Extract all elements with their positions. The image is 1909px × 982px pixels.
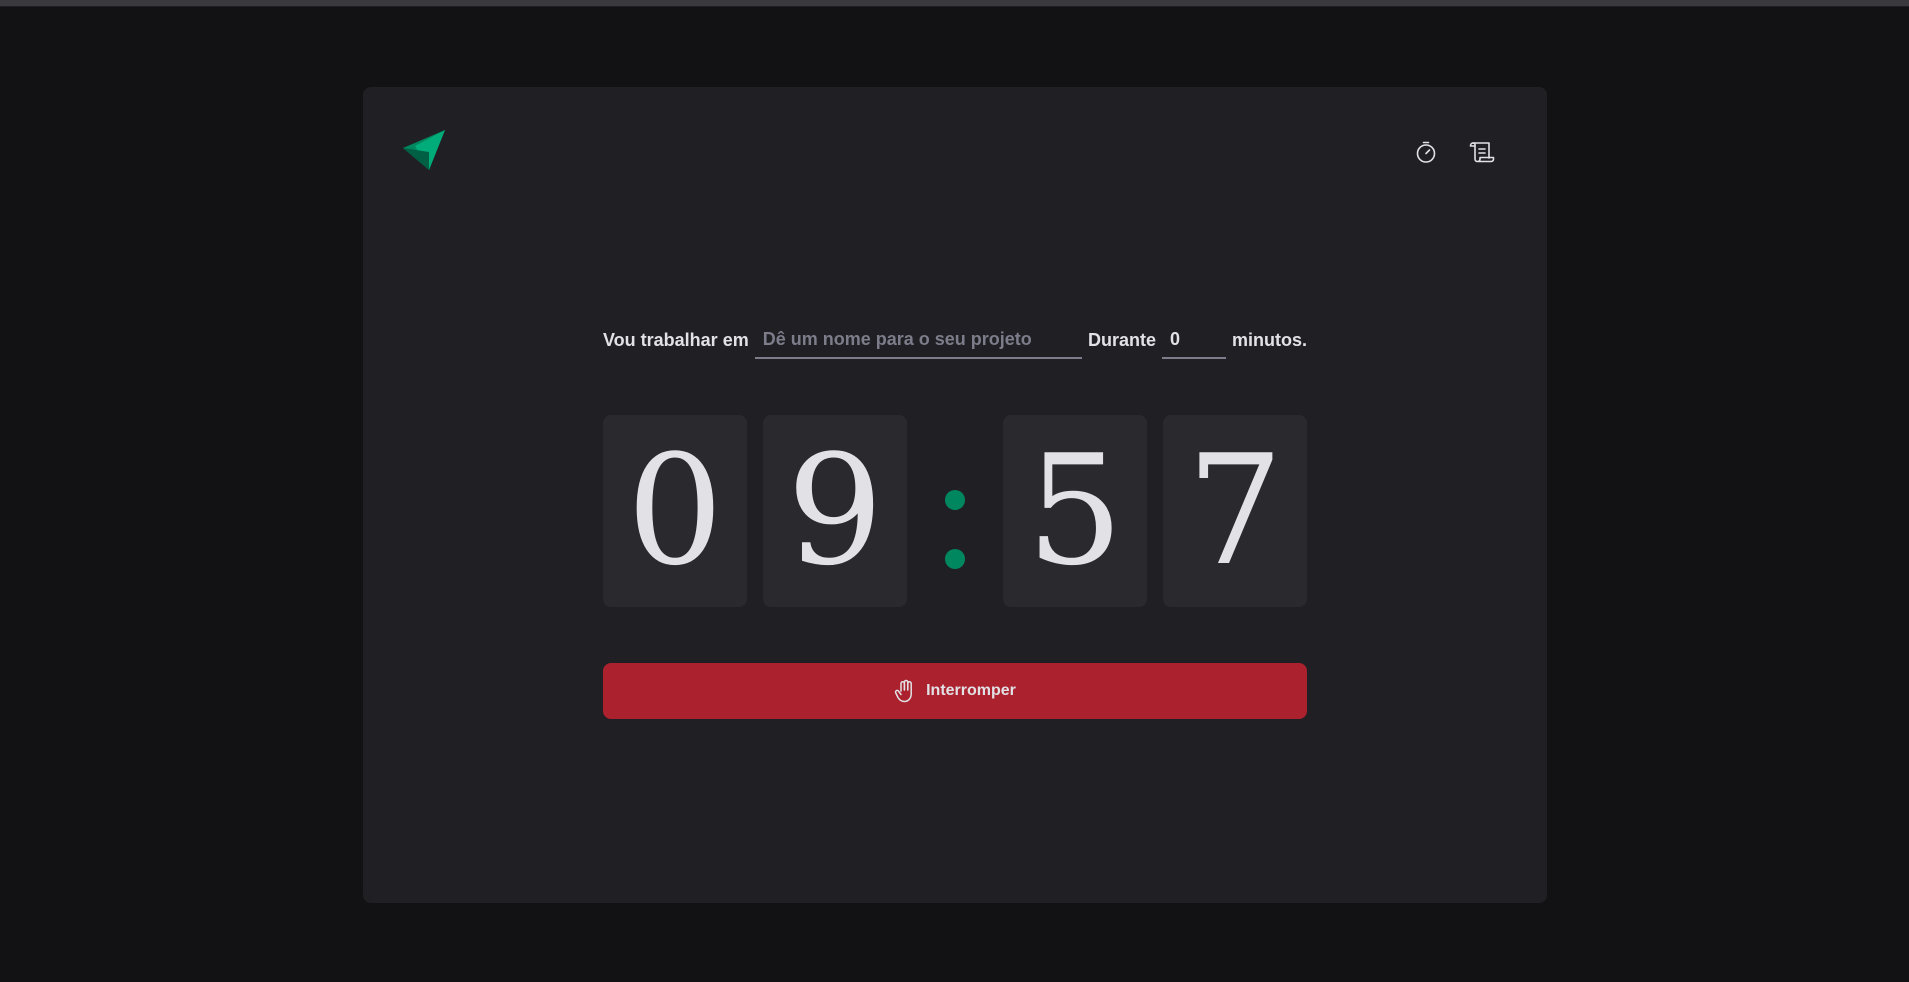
stop-button-label: Interromper	[926, 682, 1016, 699]
paper-plane-logo-icon	[403, 130, 447, 172]
task-name-input[interactable]	[754, 321, 1082, 359]
minutes-suffix: minutos.	[1232, 329, 1307, 350]
stop-countdown-button[interactable]: Interromper	[603, 663, 1307, 719]
hand-palm-icon	[894, 679, 913, 703]
nav-timer-link[interactable]	[1409, 135, 1443, 169]
separator-dot-bottom	[945, 549, 965, 569]
countdown: 0 9 5 7	[603, 415, 1307, 607]
duration-label: Durante	[1087, 329, 1156, 350]
scroll-history-icon	[1469, 142, 1495, 163]
countdown-separator	[943, 415, 967, 607]
timer-card: Vou trabalhar em Durante minutos. 0 9 5 …	[363, 87, 1547, 903]
nav-history-link[interactable]	[1465, 135, 1499, 169]
task-label: Vou trabalhar em	[603, 329, 749, 350]
minutes-amount-input[interactable]	[1162, 321, 1226, 359]
countdown-digit-seconds-ones: 7	[1163, 415, 1307, 607]
header-nav	[1409, 135, 1499, 169]
browser-top-bar	[0, 0, 1909, 7]
separator-dot-top	[945, 490, 965, 510]
task-form: Vou trabalhar em Durante minutos.	[603, 314, 1307, 366]
countdown-digit-seconds-tens: 5	[1003, 415, 1147, 607]
timer-icon	[1416, 141, 1436, 163]
countdown-digit-minutes-ones: 9	[763, 415, 907, 607]
countdown-digit-minutes-tens: 0	[603, 415, 747, 607]
